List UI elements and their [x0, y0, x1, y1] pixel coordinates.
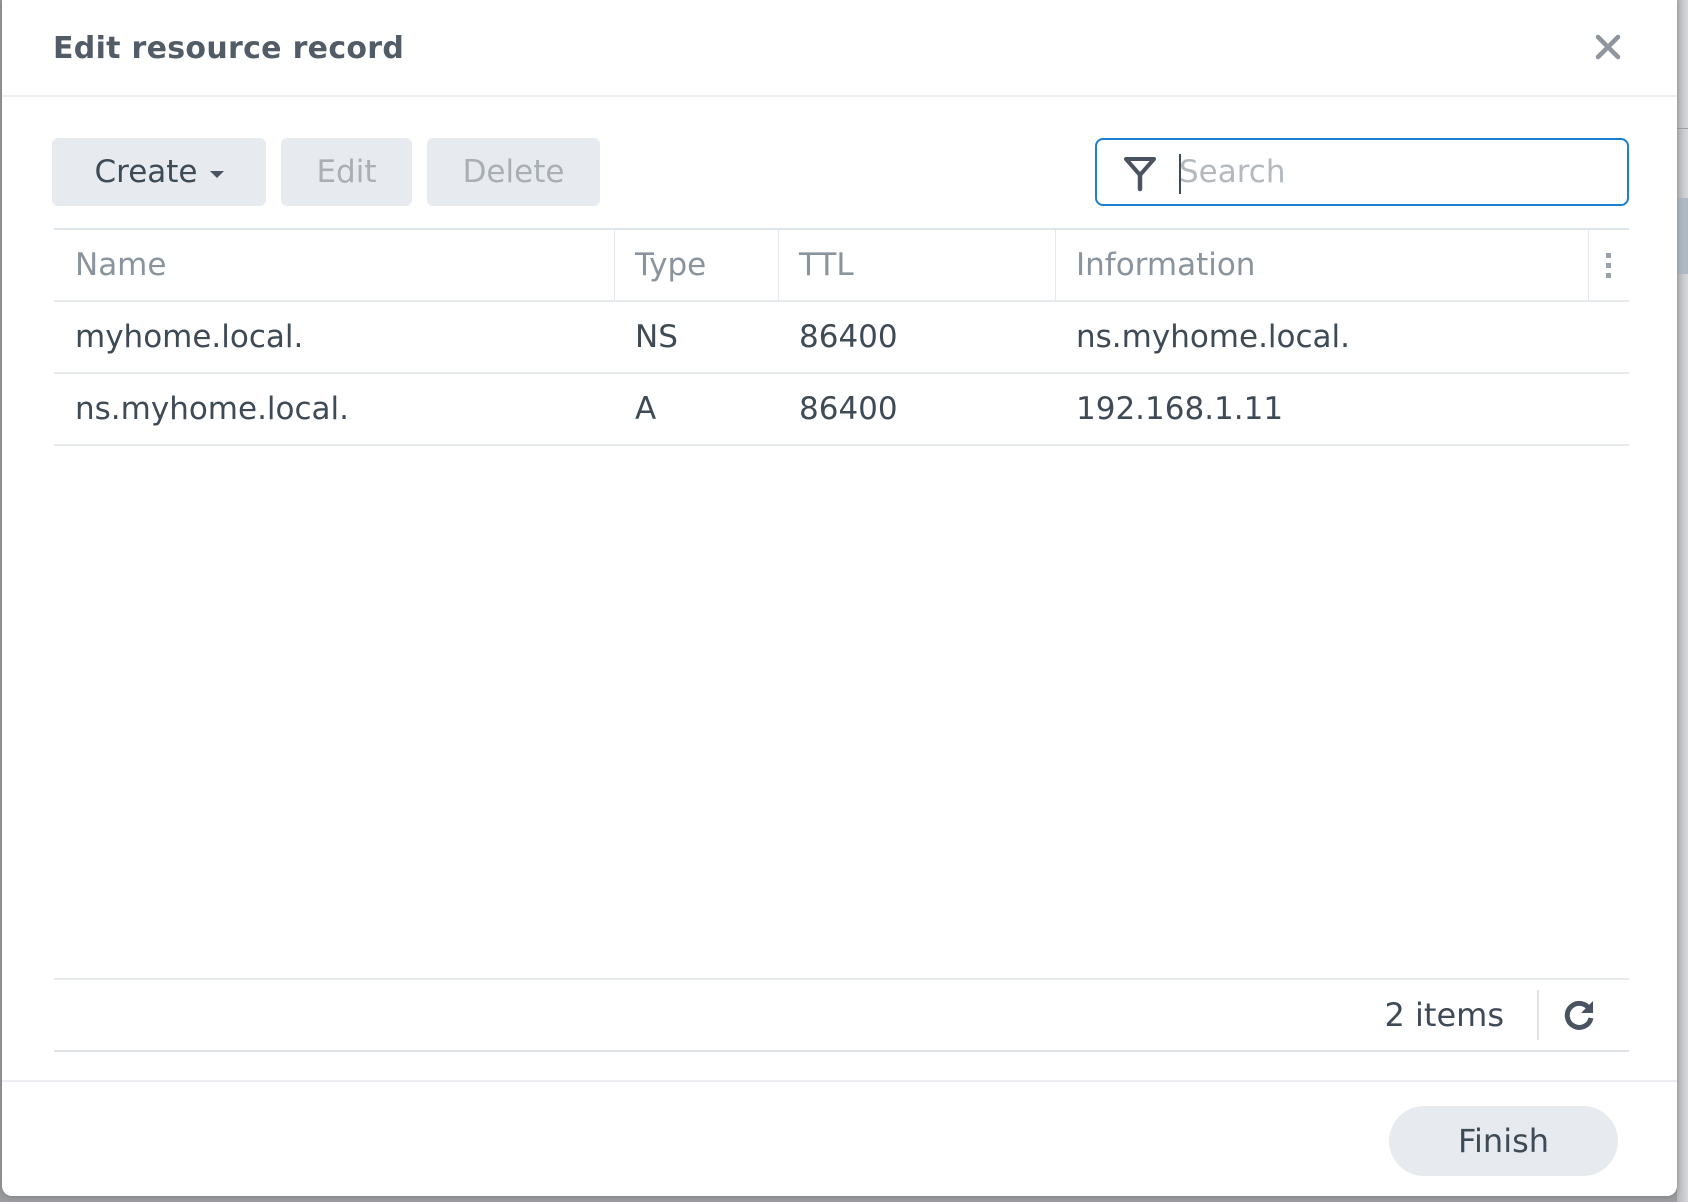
- column-header-name[interactable]: Name: [54, 230, 614, 300]
- background-selected-row: [1677, 198, 1688, 274]
- create-button-label: Create: [94, 154, 198, 190]
- more-vertical-icon: [1606, 252, 1611, 278]
- delete-button[interactable]: Delete: [427, 138, 600, 206]
- footer-divider: [1537, 990, 1539, 1040]
- column-header-ttl[interactable]: TTL: [778, 230, 1055, 300]
- delete-button-label: Delete: [462, 154, 565, 190]
- edit-resource-record-dialog: Edit resource record Create Edit Delete …: [2, 0, 1677, 1196]
- cell-information: 192.168.1.11: [1076, 391, 1284, 427]
- column-header-type[interactable]: Type: [614, 230, 778, 300]
- edit-button-label: Edit: [316, 154, 377, 190]
- cell-type: A: [635, 391, 657, 427]
- finish-button[interactable]: Finish: [1389, 1106, 1618, 1176]
- column-header-label: Type: [635, 247, 707, 283]
- table-paging-bar: 2 items: [54, 978, 1629, 1052]
- table-row[interactable]: ns.myhome.local. A 86400 192.168.1.11: [54, 374, 1629, 446]
- background-window: [1677, 0, 1688, 1202]
- table-row[interactable]: myhome.local. NS 86400 ns.myhome.local.: [54, 302, 1629, 374]
- column-header-label: Information: [1076, 247, 1256, 283]
- dialog-header: Edit resource record: [2, 0, 1677, 97]
- resource-record-table: Name Type TTL Information myhome.local. …: [54, 228, 1629, 1052]
- create-button[interactable]: Create: [52, 138, 266, 206]
- close-icon: [1595, 34, 1621, 60]
- edit-button[interactable]: Edit: [281, 138, 412, 206]
- cell-information: ns.myhome.local.: [1076, 319, 1351, 355]
- refresh-icon: [1564, 1000, 1594, 1030]
- background-divider: [1677, 128, 1688, 129]
- column-header-label: Name: [75, 247, 167, 283]
- search-input[interactable]: [1179, 150, 1609, 194]
- items-count: 2 items: [1384, 996, 1505, 1034]
- dialog-title: Edit resource record: [53, 31, 405, 66]
- column-menu-button[interactable]: [1588, 230, 1629, 300]
- cell-name: ns.myhome.local.: [75, 391, 350, 427]
- cell-ttl: 86400: [799, 391, 898, 427]
- text-cursor: [1179, 154, 1181, 194]
- caret-down-icon: [209, 170, 224, 178]
- table-header: Name Type TTL Information: [54, 230, 1629, 302]
- cell-name: myhome.local.: [75, 319, 304, 355]
- column-header-information[interactable]: Information: [1055, 230, 1588, 300]
- cell-ttl: 86400: [799, 319, 898, 355]
- refresh-button[interactable]: [1560, 995, 1600, 1035]
- dialog-footer: Finish: [2, 1080, 1677, 1196]
- column-header-label: TTL: [799, 247, 854, 283]
- close-button[interactable]: [1588, 27, 1628, 67]
- search-field[interactable]: [1095, 138, 1629, 206]
- filter-icon: [1124, 157, 1156, 192]
- cell-type: NS: [635, 319, 678, 355]
